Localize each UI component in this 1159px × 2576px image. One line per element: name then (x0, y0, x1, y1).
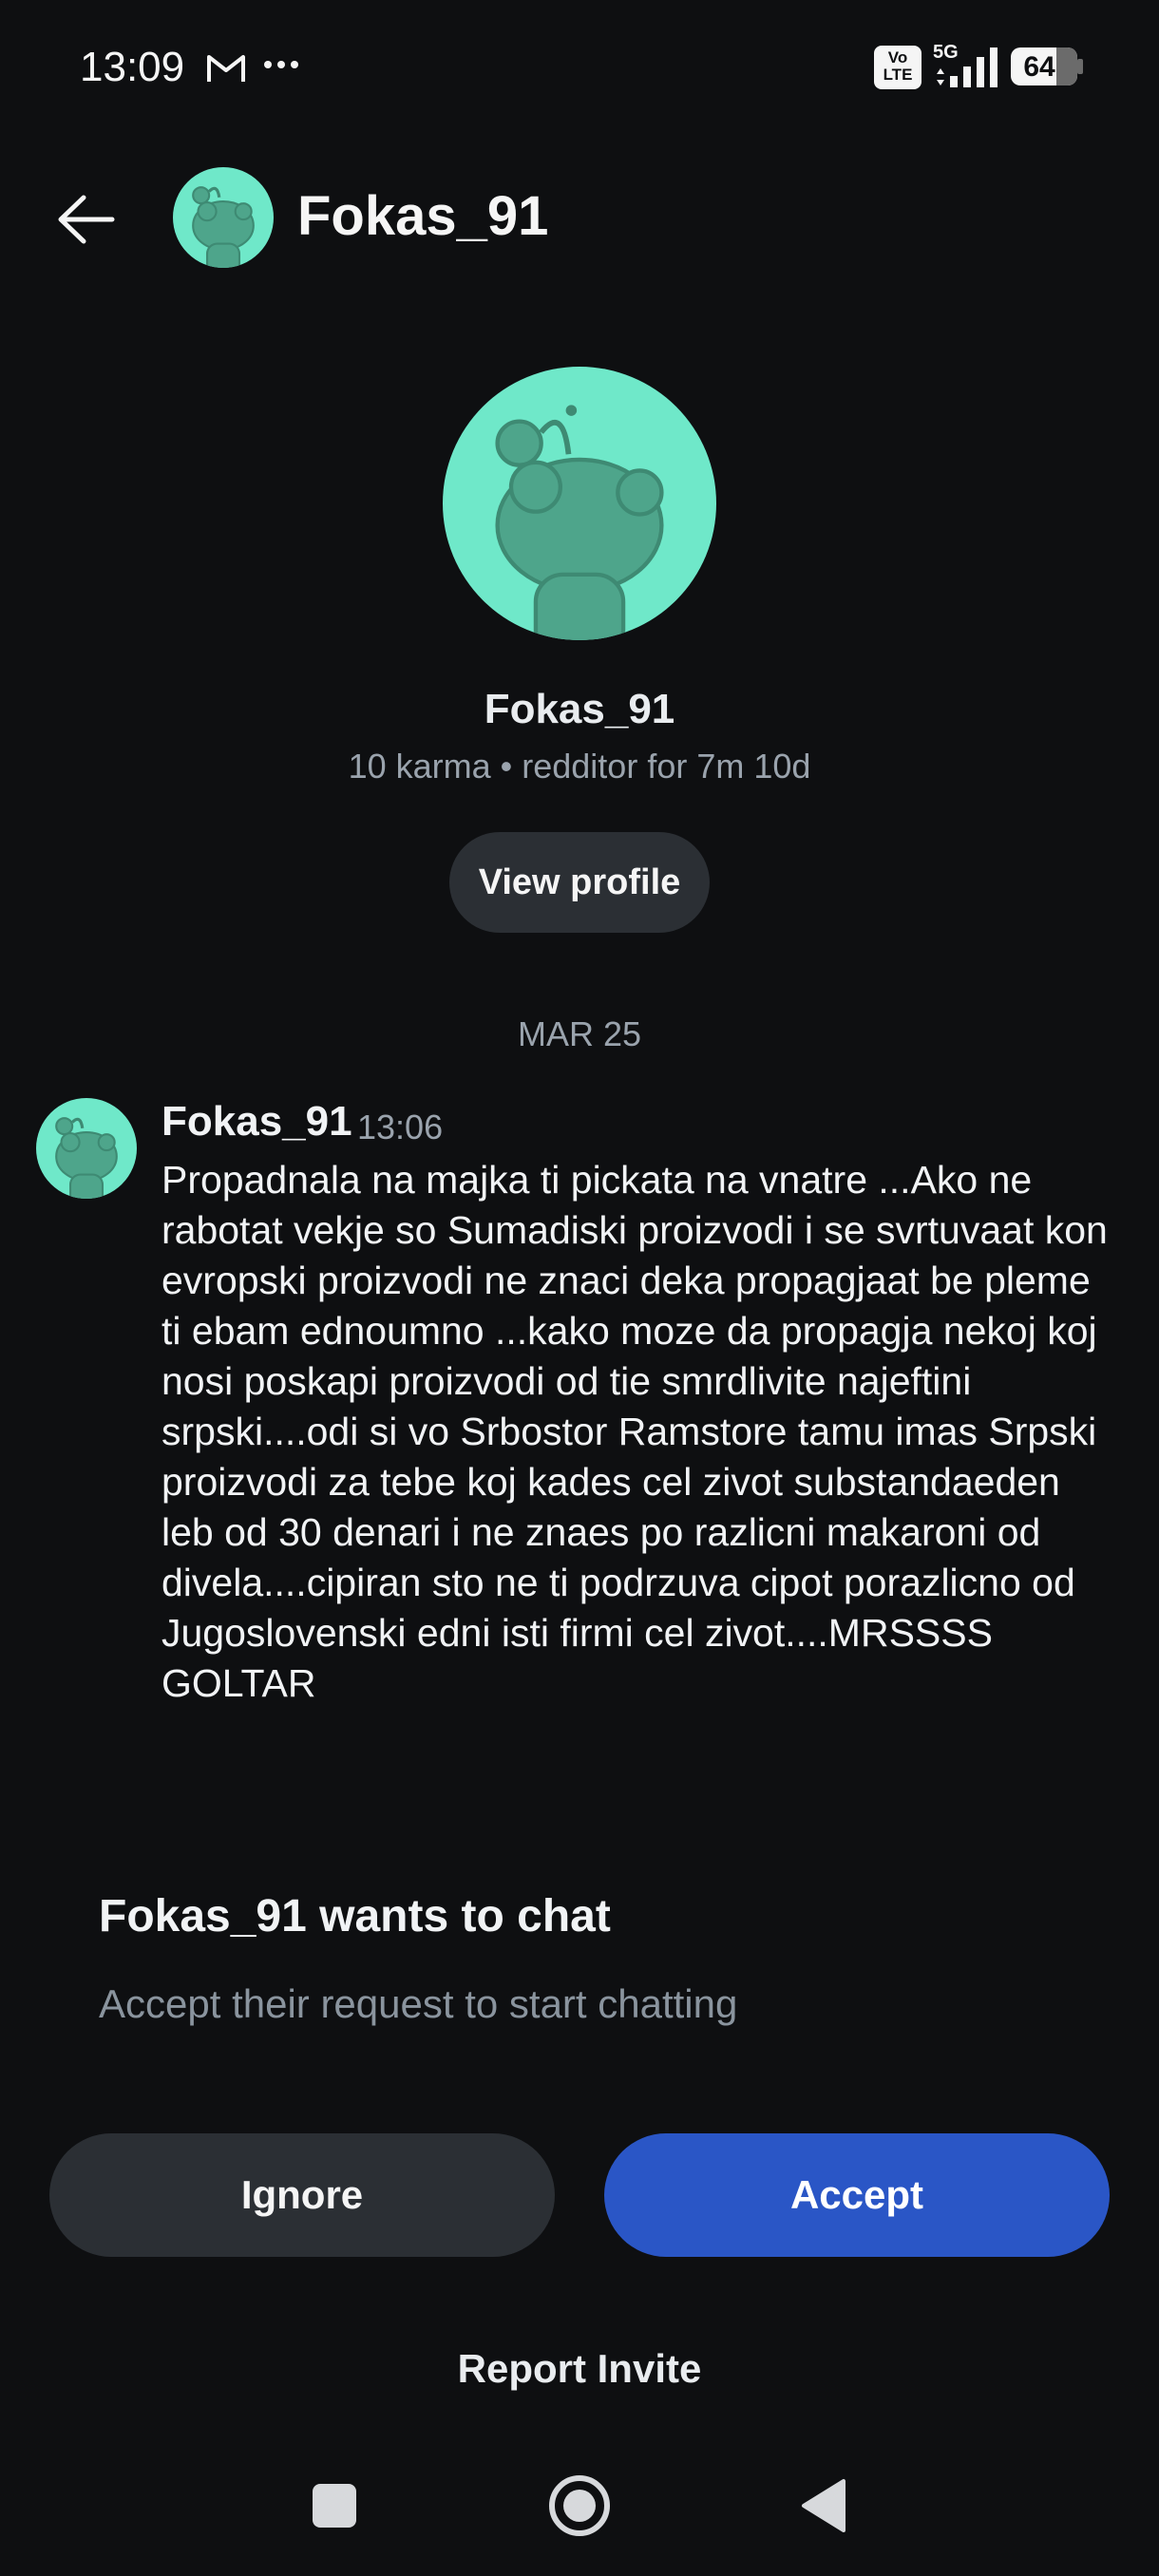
message-author[interactable]: Fokas_91 (162, 1098, 352, 1146)
header-username[interactable]: Fokas_91 (297, 184, 548, 248)
back-triangle-icon[interactable] (798, 2477, 847, 2534)
recents-square-icon[interactable] (310, 2481, 359, 2530)
report-invite-link[interactable]: Report Invite (0, 2346, 1159, 2392)
date-separator: MAR 25 (517, 1014, 642, 1053)
message-avatar[interactable] (36, 1098, 137, 1199)
more-dots-icon (264, 61, 298, 68)
chat-request-subtitle: Accept their request to start chatting (99, 1981, 738, 2026)
view-profile-button[interactable]: View profile (449, 832, 710, 933)
profile-username: Fokas_91 (484, 686, 675, 732)
arrow-left-icon[interactable] (53, 186, 120, 253)
snoo-avatar-icon (495, 405, 664, 640)
header-avatar[interactable] (173, 167, 274, 268)
profile-avatar (443, 367, 716, 640)
ignore-button[interactable]: Ignore (49, 2133, 555, 2257)
signal-strength-icon (937, 47, 998, 87)
top-bar: Fokas_91 (0, 161, 1159, 275)
battery-percent: 64 (1023, 51, 1055, 83)
snoo-avatar-icon (55, 1117, 118, 1199)
chat-request-title: Fokas_91 wants to chat (99, 1891, 611, 1941)
battery-tip (1077, 59, 1083, 74)
volte-icon: Vo LTE (874, 46, 922, 89)
system-nav-bar (0, 2451, 1159, 2576)
message-time: 13:06 (357, 1108, 444, 1146)
message-text: Propadnala na majka ti pickata na vnatre… (162, 1158, 1108, 1705)
battery-icon: 64 (1011, 47, 1077, 85)
status-time: 13:09 (80, 44, 185, 90)
status-bar: 13:09 Vo LTE 5G 64 (0, 0, 1159, 133)
profile-stats: 10 karma • redditor for 7m 10d (348, 747, 811, 786)
gmail-icon (207, 55, 245, 82)
snoo-avatar-icon (192, 186, 255, 268)
accept-button[interactable]: Accept (604, 2133, 1110, 2257)
home-circle-icon[interactable] (547, 2473, 612, 2538)
